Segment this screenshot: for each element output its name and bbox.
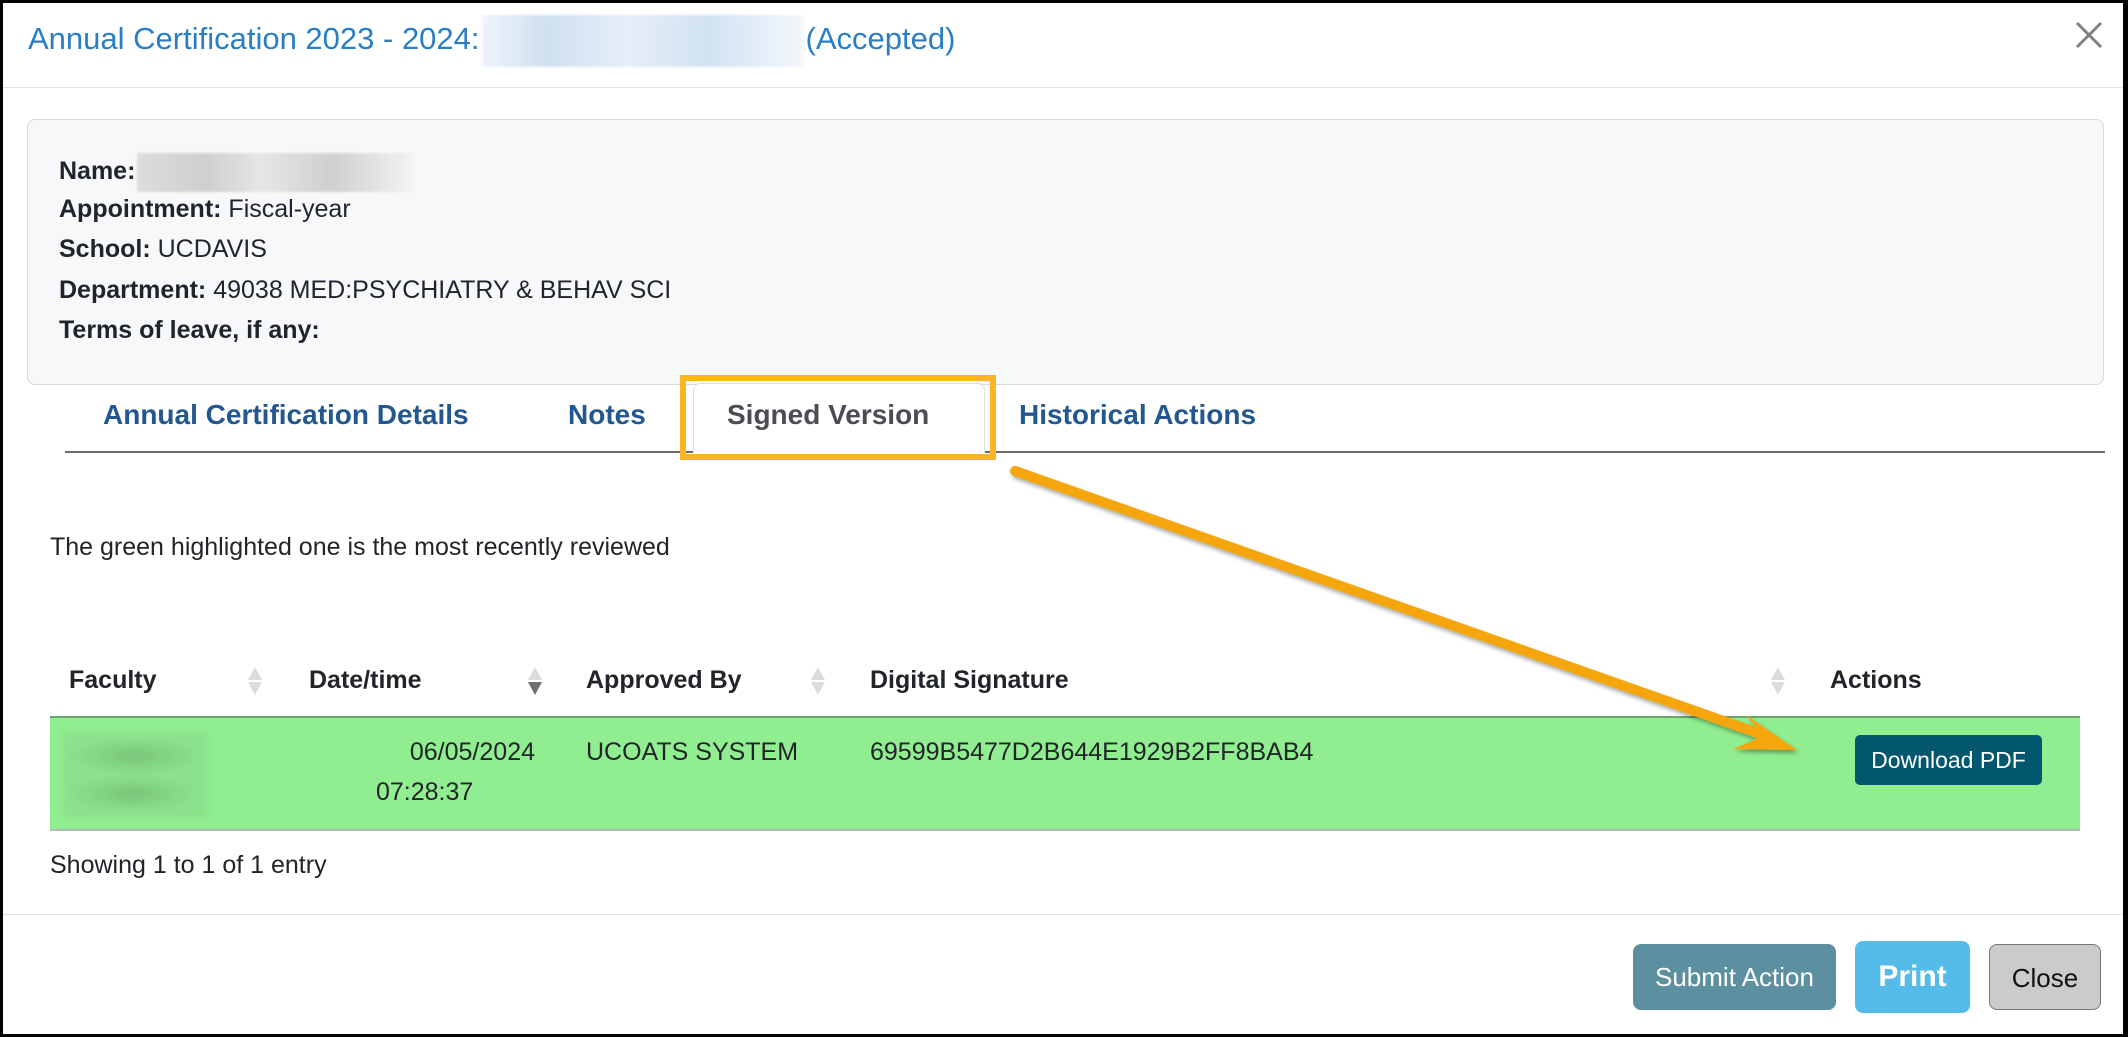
column-header-datetime[interactable]: Date/time [309, 663, 422, 697]
school-line: School: UCDAVIS [59, 235, 267, 263]
annotation-highlight-box [680, 375, 996, 460]
sort-icon-datetime[interactable] [528, 663, 542, 697]
column-header-actions: Actions [1830, 666, 1922, 694]
column-header-approved-by[interactable]: Approved By [586, 663, 742, 697]
sort-icon-digital-signature[interactable] [1771, 663, 1785, 697]
arrow-shaft [1010, 466, 1768, 740]
appointment-line: Appointment: Fiscal-year [59, 195, 351, 223]
table-info-text: Showing 1 to 1 of 1 entry [50, 851, 327, 879]
annual-certification-modal: Annual Certification 2023 - 2024: (Accept… [3, 3, 2123, 1034]
sort-icon-faculty[interactable] [248, 663, 262, 697]
redacted-faculty-name [481, 15, 804, 67]
redacted-faculty-cell [62, 732, 208, 818]
footer-divider [3, 914, 2123, 915]
close-icon[interactable] [2071, 17, 2107, 53]
date-cell: 06/05/2024 [409, 738, 535, 766]
approved-by-cell: UCOATS SYSTEM [586, 738, 799, 766]
name-line: Name: [59, 153, 416, 192]
modal-title: Annual Certification 2023 - 2024: (Accept… [28, 15, 955, 67]
signature-cell: 69599B5477D2B644E1929B2FF8BAB4 [870, 738, 1314, 766]
time-cell: 07:28:37 [376, 778, 474, 806]
tab-historical-actions[interactable]: Historical Actions [1019, 395, 1256, 435]
download-pdf-button[interactable]: Download PDF [1855, 735, 2042, 785]
header-divider [3, 87, 2123, 88]
sort-icon-approved-by[interactable] [811, 663, 825, 697]
status-text: (Accepted) [805, 21, 956, 57]
redacted-name [137, 153, 416, 192]
info-message: The green highlighted one is the most re… [50, 533, 670, 561]
title-prefix: Annual Certification 2023 - 2024: [28, 21, 480, 57]
department-line: Department: 49038 MED:PSYCHIATRY & BEHAV… [59, 276, 672, 304]
tab-notes[interactable]: Notes [568, 395, 646, 435]
tab-annual-certification-details[interactable]: Annual Certification Details [103, 395, 469, 435]
column-header-digital-signature[interactable]: Digital Signature [870, 663, 1069, 697]
submit-action-button[interactable]: Submit Action [1633, 944, 1836, 1010]
tabs-underline [65, 451, 2105, 453]
print-button[interactable]: Print [1855, 941, 1970, 1013]
faculty-info-panel: Name: Appointment: Fiscal-year School: U… [27, 119, 2104, 385]
column-header-faculty[interactable]: Faculty [69, 663, 157, 697]
close-button[interactable]: Close [1989, 944, 2101, 1010]
leave-line: Terms of leave, if any: [59, 316, 320, 344]
table-row: 06/05/2024 07:28:37 UCOATS SYSTEM 69599B… [50, 716, 2080, 831]
